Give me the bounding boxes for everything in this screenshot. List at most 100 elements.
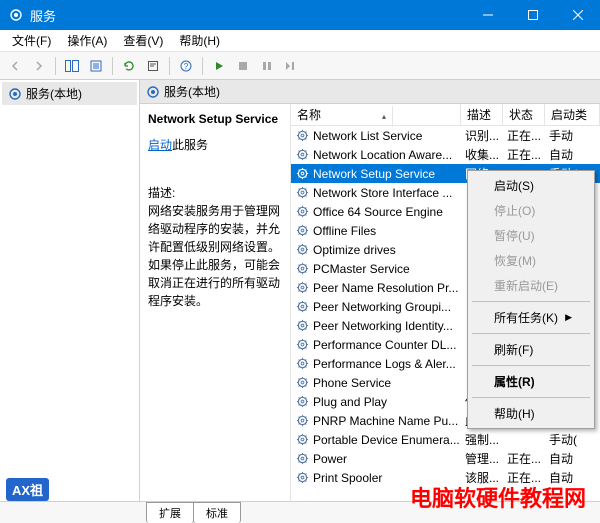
service-startup: 手动: [549, 127, 600, 144]
forward-button[interactable]: [28, 55, 50, 77]
ctx-separator: [472, 301, 590, 302]
ctx-separator: [472, 365, 590, 366]
ctx-resume[interactable]: 恢复(M): [470, 248, 592, 273]
tab-standard[interactable]: 标准: [193, 502, 241, 523]
ctx-stop[interactable]: 停止(O): [470, 198, 592, 223]
toolbar: ?: [0, 52, 600, 80]
list-header: 服务(本地): [140, 80, 600, 104]
show-hide-tree-button[interactable]: [61, 55, 83, 77]
ctx-all-tasks[interactable]: 所有任务(K)▶: [470, 305, 592, 330]
selected-service-name: Network Setup Service: [148, 110, 282, 128]
start-service-button[interactable]: [208, 55, 230, 77]
help-button[interactable]: ?: [175, 55, 197, 77]
service-name: Network Setup Service: [313, 167, 465, 181]
gear-icon: [295, 148, 309, 162]
start-service-link[interactable]: 启动: [148, 138, 172, 152]
stop-service-button[interactable]: [232, 55, 254, 77]
gear-icon: [295, 186, 309, 200]
menu-view[interactable]: 查看(V): [115, 30, 171, 51]
gear-icon: [295, 167, 309, 181]
menu-help[interactable]: 帮助(H): [171, 30, 228, 51]
ctx-separator: [472, 333, 590, 334]
column-headers: 名称 描述 状态 启动类 ▴: [291, 104, 600, 126]
service-name: Performance Logs & Aler...: [313, 357, 465, 371]
toolbar-separator: [169, 57, 170, 75]
maximize-button[interactable]: [510, 0, 555, 30]
toolbar-separator: [55, 57, 56, 75]
ctx-refresh[interactable]: 刷新(F): [470, 337, 592, 362]
service-startup: 手动(: [549, 431, 600, 448]
ctx-properties[interactable]: 属性(R): [470, 369, 592, 394]
title-bar: 服务: [0, 0, 600, 30]
service-name: Peer Networking Identity...: [313, 319, 465, 333]
ctx-separator: [472, 397, 590, 398]
service-name: Peer Name Resolution Pr...: [313, 281, 465, 295]
properties-button[interactable]: [142, 55, 164, 77]
column-status[interactable]: 状态: [503, 104, 545, 125]
service-name: Performance Counter DL...: [313, 338, 465, 352]
gear-icon: [295, 224, 309, 238]
tab-extended[interactable]: 扩展: [146, 502, 194, 523]
gear-icon: [295, 243, 309, 257]
list-header-label: 服务(本地): [164, 83, 220, 100]
minimize-button[interactable]: [465, 0, 510, 30]
description-text: 网络安装服务用于管理网络驱动程序的安装，并允许配置低级别网络设置。如果停止此服务…: [148, 204, 280, 308]
service-desc: 强制...: [465, 431, 507, 448]
back-button[interactable]: [4, 55, 26, 77]
watermark-text: 电脑软硬件教程网: [410, 481, 586, 513]
tree-root-label: 服务(本地): [26, 85, 82, 102]
menu-action[interactable]: 操作(A): [59, 30, 115, 51]
app-icon: [8, 7, 24, 23]
gear-icon: [295, 395, 309, 409]
gear-icon: [295, 319, 309, 333]
service-name: Optimize drives: [313, 243, 465, 257]
service-status: 正在...: [507, 450, 549, 467]
service-row[interactable]: Network Location Aware...收集...正在...自动: [291, 145, 600, 164]
ctx-restart[interactable]: 重新启动(E): [470, 273, 592, 298]
service-name: Network Store Interface ...: [313, 186, 465, 200]
service-row[interactable]: Power管理...正在...自动: [291, 449, 600, 468]
service-row[interactable]: Portable Device Enumera...强制... 手动(: [291, 430, 600, 449]
sort-indicator-icon: ▴: [376, 106, 393, 127]
gear-icon: [295, 433, 309, 447]
service-startup: 自动: [549, 450, 600, 467]
submenu-arrow-icon: ▶: [565, 312, 572, 323]
service-name: Peer Networking Groupi...: [313, 300, 465, 314]
gear-icon: [295, 281, 309, 295]
service-desc: 收集...: [465, 146, 507, 163]
service-name: PNRP Machine Name Pu...: [313, 414, 465, 428]
restart-service-button[interactable]: [280, 55, 302, 77]
watermark-logo: AX祖: [6, 478, 49, 501]
ctx-pause[interactable]: 暂停(U): [470, 223, 592, 248]
service-name: Network Location Aware...: [313, 148, 465, 162]
gear-icon: [295, 129, 309, 143]
start-suffix: 此服务: [172, 138, 208, 152]
export-list-button[interactable]: [85, 55, 107, 77]
tree-root-item[interactable]: 服务(本地): [2, 82, 137, 105]
gear-icon: [295, 471, 309, 485]
toolbar-separator: [112, 57, 113, 75]
service-name: Plug and Play: [313, 395, 465, 409]
close-button[interactable]: [555, 0, 600, 30]
column-startup[interactable]: 启动类: [545, 104, 600, 125]
svg-text:?: ?: [184, 62, 189, 71]
gear-icon: [295, 357, 309, 371]
column-description[interactable]: 描述: [461, 104, 503, 125]
gear-icon: [295, 262, 309, 276]
ctx-start[interactable]: 启动(S): [470, 173, 592, 198]
ctx-help[interactable]: 帮助(H): [470, 401, 592, 426]
menu-bar: 文件(F) 操作(A) 查看(V) 帮助(H): [0, 30, 600, 52]
service-name: Portable Device Enumera...: [313, 433, 465, 447]
gear-icon: [295, 205, 309, 219]
pause-service-button[interactable]: [256, 55, 278, 77]
menu-file[interactable]: 文件(F): [4, 30, 59, 51]
window-title: 服务: [30, 6, 465, 25]
service-name: Power: [313, 452, 465, 466]
service-desc: 管理...: [465, 450, 507, 467]
gear-icon: [295, 414, 309, 428]
service-row[interactable]: Network List Service识别...正在...手动: [291, 126, 600, 145]
refresh-button[interactable]: [118, 55, 140, 77]
description-label: 描述:: [148, 184, 282, 202]
detail-panel: Network Setup Service 启动此服务 描述: 网络安装服务用于…: [140, 104, 290, 501]
gear-icon: [295, 376, 309, 390]
